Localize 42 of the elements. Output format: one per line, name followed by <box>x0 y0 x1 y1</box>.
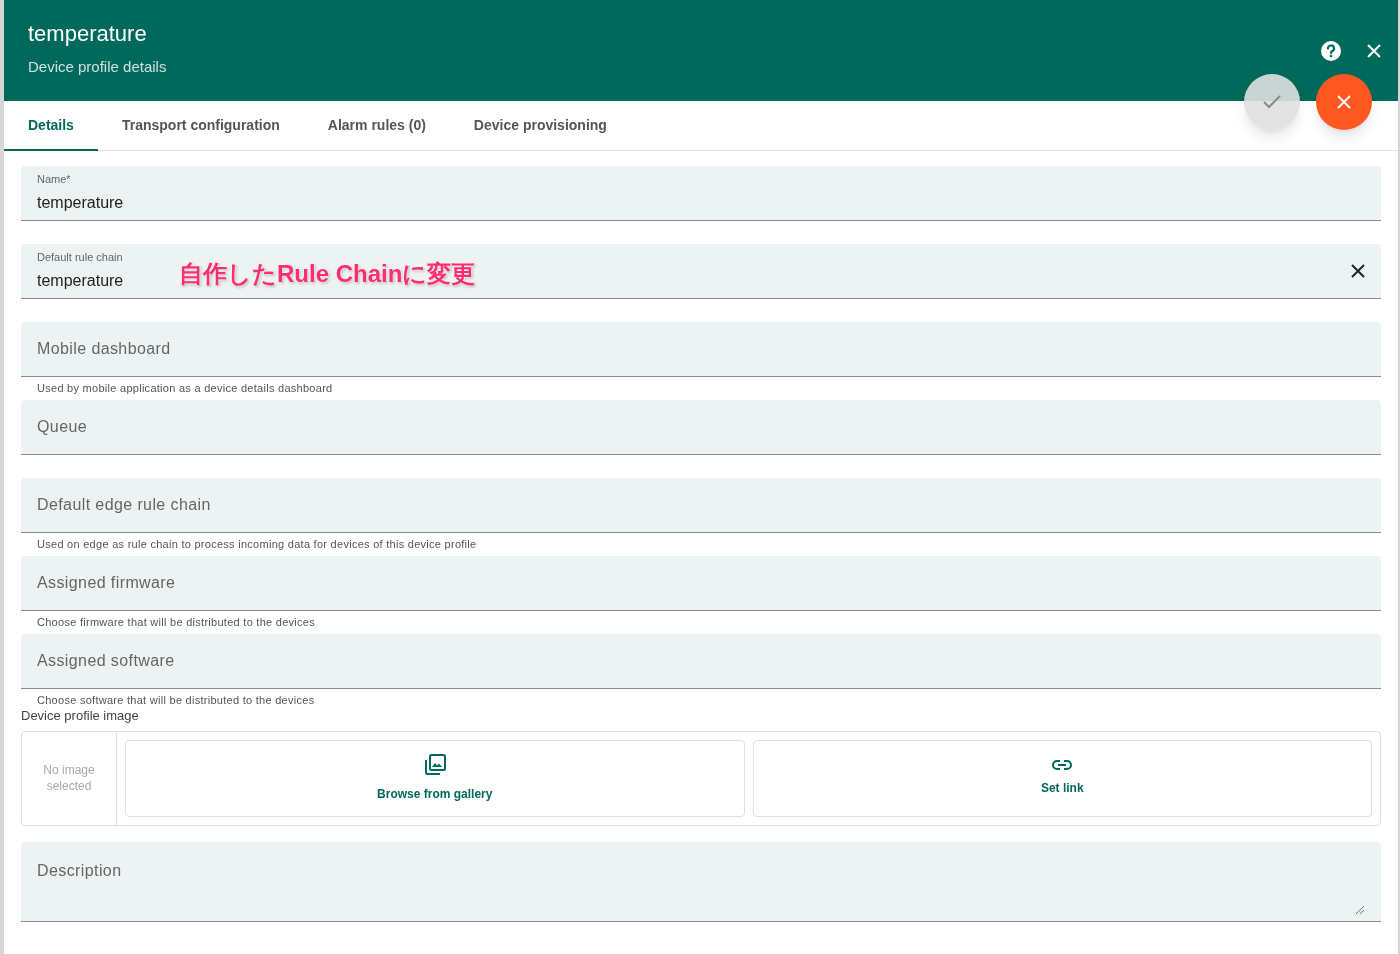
input-field[interactable]: Name* temperature <box>21 166 1381 221</box>
field-hint: Used on edge as rule chain to process incoming data for devices of this device profile <box>37 537 477 553</box>
set-link-button[interactable]: Set link <box>752 739 1372 817</box>
field-value: temperature <box>37 271 124 292</box>
field-label: Default rule chain <box>37 249 124 265</box>
input-field[interactable]: Default edge rule chain <box>21 478 1381 533</box>
field-placeholder: Assigned software <box>37 651 175 671</box>
tab[interactable]: Transport configuration <box>97 101 304 151</box>
browse-gallery-button[interactable]: Browse from gallery <box>125 739 745 817</box>
field-hint: Used by mobile application as a device details dashboard <box>37 381 333 397</box>
field-placeholder: Default edge rule chain <box>37 495 211 515</box>
dialog-subtitle: Device profile details <box>28 57 167 77</box>
resize-handle-icon[interactable] <box>1355 904 1365 915</box>
field-placeholder: Mobile dashboard <box>37 339 171 359</box>
annotation-text: 自作したRule Chainに変更 <box>179 259 476 289</box>
field-value: temperature <box>37 193 124 214</box>
tab[interactable]: Device provisioning <box>449 101 631 151</box>
check-icon <box>1263 95 1281 109</box>
section-label: Device profile image <box>21 707 140 725</box>
field-hint: Choose firmware that will be distributed to the devices <box>37 615 316 631</box>
cancel-button[interactable] <box>1316 74 1372 130</box>
tab[interactable]: Details <box>4 101 98 151</box>
dialog-title: temperature <box>28 20 148 48</box>
help-icon[interactable] <box>1320 40 1342 62</box>
input-field[interactable]: Mobile dashboard <box>21 322 1381 377</box>
gallery-icon <box>422 753 447 777</box>
close-icon[interactable] <box>1366 43 1382 59</box>
link-icon <box>1051 759 1074 771</box>
input-field[interactable]: Default rule chain temperature 自作したRule Chainに変更 <box>21 244 1381 299</box>
field-label: Name* <box>37 171 72 187</box>
input-field[interactable]: Assigned firmware <box>21 556 1381 611</box>
field-placeholder: Queue <box>37 417 88 437</box>
input-field[interactable]: Queue <box>21 400 1381 455</box>
field-hint: Choose software that will be distributed to the devices <box>37 693 315 709</box>
tab[interactable]: Alarm rules (0) <box>303 101 450 151</box>
description-field[interactable]: Description <box>21 841 1381 922</box>
input-field[interactable]: Assigned software <box>21 634 1381 689</box>
clear-icon[interactable] <box>1351 264 1365 278</box>
field-placeholder: Description <box>37 861 122 879</box>
empty-image-text: No image selected <box>42 762 96 794</box>
field-placeholder: Assigned firmware <box>37 573 176 593</box>
close-icon <box>1337 95 1351 109</box>
